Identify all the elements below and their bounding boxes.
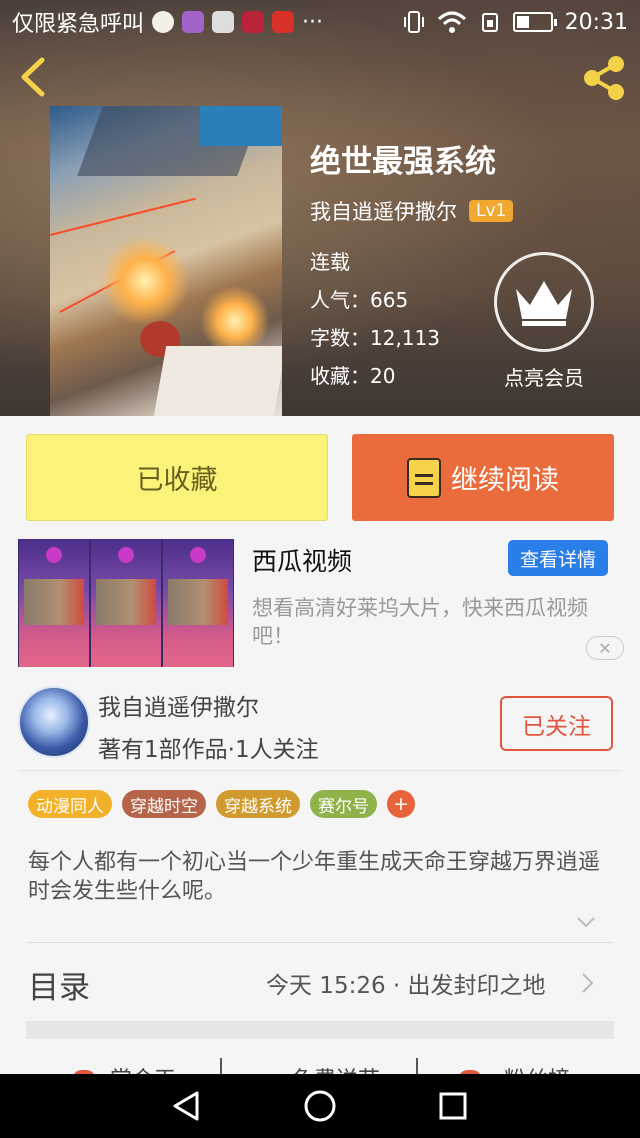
carrier-text: 仅限紧急呼叫 <box>12 12 145 37</box>
add-tag-button[interactable]: + <box>387 790 415 818</box>
wifi-icon <box>437 11 466 33</box>
word-count: 字数：12,113 <box>310 326 440 350</box>
play-icon <box>118 547 134 563</box>
system-navigation-bar <box>0 1074 640 1138</box>
play-icon <box>190 547 206 563</box>
chevron-left-icon <box>21 57 45 97</box>
vibrate-icon <box>403 11 424 33</box>
status-bar: 仅限紧急呼叫 ··· 20:31 <box>0 0 640 44</box>
toc-open-button[interactable] <box>580 972 594 994</box>
serial-status: 连载 <box>310 250 350 274</box>
section-separator <box>26 1021 614 1039</box>
ad-image[interactable] <box>18 539 234 667</box>
ad-detail-button[interactable]: 查看详情 <box>508 540 608 576</box>
expand-summary-button[interactable] <box>576 914 596 928</box>
book-header-banner: 仅限紧急呼叫 ··· 20:31 绝世最强系统 我自逍遥伊撒尔 Lv1 连载 人… <box>0 0 640 416</box>
ad-image-panel <box>163 539 233 667</box>
nav-home-button[interactable] <box>298 1084 342 1128</box>
cover-laser <box>50 197 196 236</box>
triangle-back-icon <box>173 1091 199 1121</box>
tab-divider <box>416 1058 418 1074</box>
text-app-icon <box>212 11 235 33</box>
crown-icon <box>516 281 572 326</box>
toc-latest-chapter[interactable]: 今天 15:26 · 出发封印之地 <box>266 966 546 1000</box>
divider <box>18 770 622 771</box>
ad-description: 想看高清好莱坞大片，快来西瓜视频吧！ <box>252 596 588 648</box>
data-sim-icon <box>481 13 498 32</box>
favorited-label: 已收藏 <box>136 465 218 496</box>
nav-recents-button[interactable] <box>431 1084 475 1128</box>
book-icon <box>407 457 441 498</box>
clock: 20:31 <box>564 9 628 35</box>
book-summary: 每个人都有一个初心当一个少年重生成天命王穿越万界逍遥时会发生些什么呢。 <box>28 850 601 904</box>
vip-label: 点亮会员 <box>504 366 584 390</box>
tag-item[interactable]: 穿越时空 <box>122 790 206 818</box>
battery-icon <box>512 12 557 32</box>
close-icon: ✕ <box>598 638 612 658</box>
nav-back-button[interactable] <box>165 1084 209 1128</box>
favorited-button[interactable]: 已收藏 <box>26 434 328 521</box>
back-button[interactable] <box>16 56 52 98</box>
popularity-count: 人气：665 <box>310 288 409 312</box>
continue-reading-button[interactable]: 继续阅读 <box>352 434 614 521</box>
battery-level <box>516 16 529 28</box>
author-card-stats: 著有1部作品·1人关注 <box>98 737 319 763</box>
ad-image-panel <box>91 539 161 667</box>
tab-divider <box>220 1058 222 1074</box>
tab-fans-ranking[interactable]: 粉丝榜 <box>504 1062 570 1074</box>
book-title: 绝世最强系统 <box>310 144 496 180</box>
ad-scene <box>24 579 84 625</box>
music-app-icon <box>272 11 295 33</box>
follow-label: 已关注 <box>522 713 591 740</box>
author-avatar[interactable] <box>18 686 90 758</box>
cover-explosion <box>100 236 190 326</box>
chevron-right-icon <box>582 973 594 993</box>
cover-shard <box>200 106 282 146</box>
author-card-name: 我自逍遥伊撒尔 <box>98 695 259 721</box>
bottom-tab-row: 赏金天 免费送花 粉丝榜 <box>0 1044 640 1074</box>
ad-scene <box>96 579 156 625</box>
book-cover-image[interactable] <box>50 106 282 416</box>
tab-free-flowers[interactable]: 免费送花 <box>292 1062 380 1074</box>
chevron-down-icon <box>577 917 595 928</box>
continue-reading-label: 继续阅读 <box>451 465 559 496</box>
ad-title: 西瓜视频 <box>252 547 353 576</box>
author-card[interactable]: 我自逍遥伊撒尔 著有1部作品·1人关注 已关注 <box>0 678 640 770</box>
tag-item[interactable]: 穿越系统 <box>216 790 300 818</box>
favorite-count: 收藏：20 <box>310 364 396 388</box>
share-icon <box>584 56 624 100</box>
author-name[interactable]: 我自逍遥伊撒尔 <box>310 196 457 226</box>
ad-scene <box>168 579 228 625</box>
ad-banner[interactable]: 西瓜视频 查看详情 想看高清好莱坞大片，快来西瓜视频吧！ ✕ <box>0 530 640 675</box>
cover-cape <box>153 346 282 416</box>
square-recents-icon <box>439 1092 467 1120</box>
tag-item[interactable]: 赛尔号 <box>310 790 377 818</box>
tag-list: 动漫同人 穿越时空 穿越系统 赛尔号 + <box>28 790 415 818</box>
tab-reward[interactable]: 赏金天 <box>110 1062 176 1074</box>
tag-item[interactable]: 动漫同人 <box>28 790 112 818</box>
more-notifications: ··· <box>302 9 323 35</box>
ad-close-button[interactable]: ✕ <box>586 636 624 660</box>
vip-membership-button[interactable]: 点亮会员 <box>492 252 596 391</box>
circle-home-icon <box>304 1090 336 1122</box>
author-level-badge: Lv1 <box>469 200 514 222</box>
emoji-app-icon <box>152 11 175 33</box>
ad-image-panel <box>19 539 89 667</box>
video-app-icon <box>242 11 265 33</box>
share-button[interactable] <box>578 52 630 104</box>
follow-button[interactable]: 已关注 <box>500 696 613 751</box>
divider <box>26 942 614 943</box>
author-row: 我自逍遥伊撒尔 Lv1 <box>310 196 514 226</box>
vip-badge <box>494 252 594 352</box>
gallery-app-icon <box>182 11 205 33</box>
play-icon <box>46 547 62 563</box>
toc-label[interactable]: 目录 <box>28 962 90 1007</box>
